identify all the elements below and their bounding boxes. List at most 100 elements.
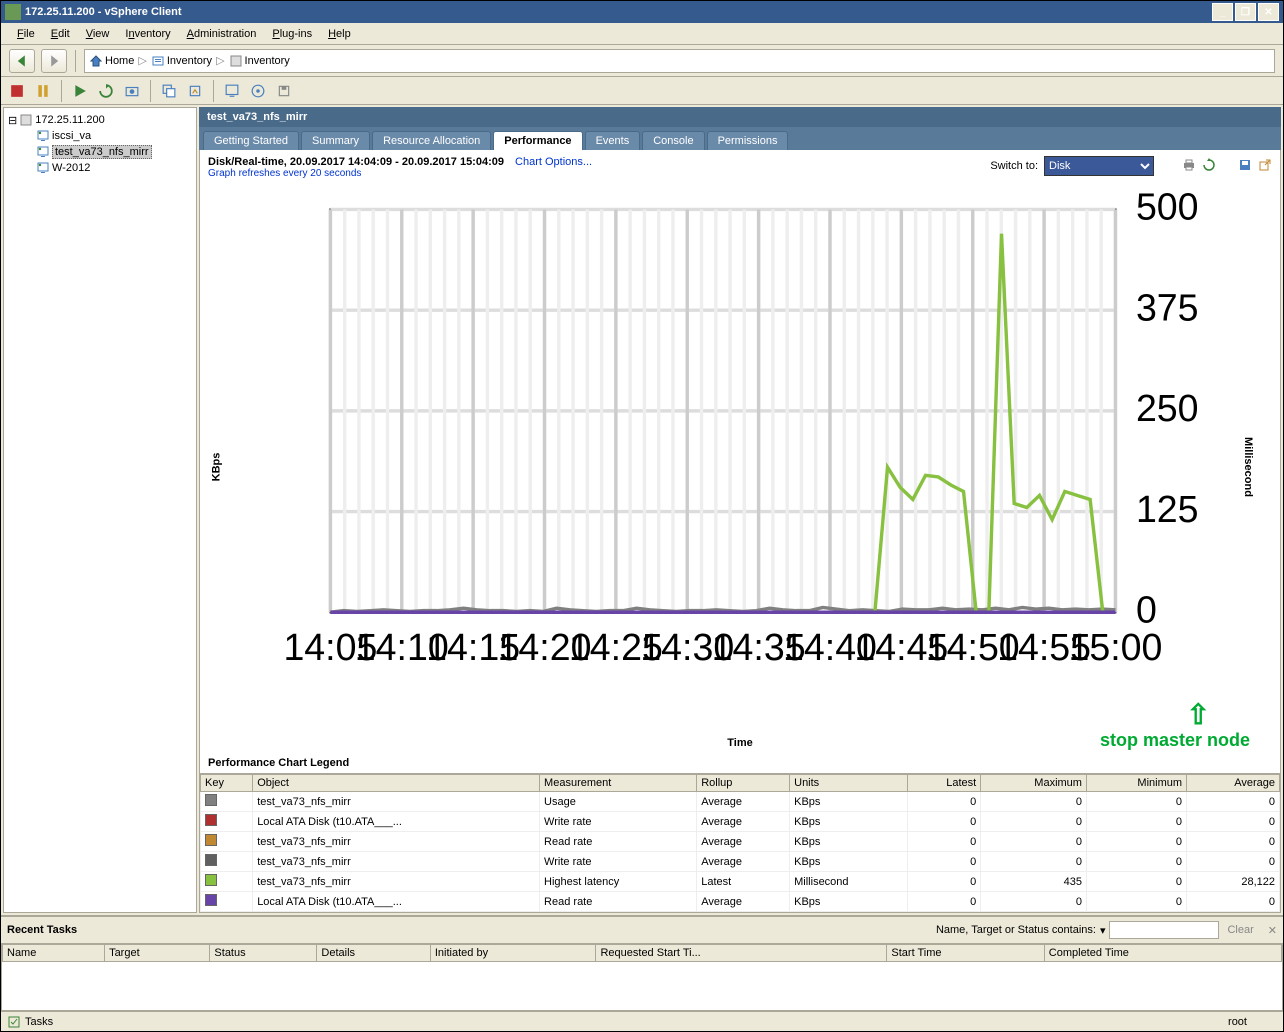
rt-col[interactable]: Completed Time bbox=[1044, 945, 1281, 962]
tab-bar: Getting StartedSummaryResource Allocatio… bbox=[199, 127, 1281, 150]
chevron-right-icon: ▷ bbox=[138, 54, 146, 67]
legend-col-average[interactable]: Average bbox=[1187, 775, 1280, 792]
legend-col-key[interactable]: Key bbox=[201, 775, 253, 792]
restore-button[interactable]: ❐ bbox=[1235, 3, 1256, 21]
menu-plugins[interactable]: Plug-ins bbox=[264, 26, 320, 42]
recent-tasks-title: Recent Tasks bbox=[7, 924, 77, 936]
breadcrumb-inventory-leaf[interactable]: Inventory bbox=[229, 54, 290, 68]
rt-col[interactable]: Name bbox=[3, 945, 105, 962]
filter-label: Name, Target or Status contains: bbox=[936, 924, 1096, 936]
switch-to-select[interactable]: Disk bbox=[1044, 156, 1154, 176]
menu-administration[interactable]: Administration bbox=[179, 26, 265, 42]
popout-button[interactable] bbox=[1258, 158, 1272, 175]
legend-col-latest[interactable]: Latest bbox=[908, 775, 981, 792]
tree-root[interactable]: ⊟ 172.25.11.200 bbox=[8, 112, 192, 128]
nav-forward-button[interactable] bbox=[41, 49, 67, 73]
y-axis-left-label: KBps bbox=[210, 453, 222, 482]
menubar: File Edit View Inventory Administration … bbox=[1, 23, 1283, 45]
legend-row[interactable]: test_va73_nfs_mirrRead rateAverageKBps00… bbox=[201, 832, 1280, 852]
svg-text:125: 125 bbox=[1136, 488, 1199, 530]
play-button[interactable] bbox=[70, 81, 90, 101]
stop-button[interactable] bbox=[7, 81, 27, 101]
tree-item[interactable]: test_va73_nfs_mirr bbox=[8, 144, 192, 160]
rt-col[interactable]: Start Time bbox=[887, 945, 1044, 962]
tab-console[interactable]: Console bbox=[642, 131, 704, 150]
recent-tasks-panel: Recent Tasks Name, Target or Status cont… bbox=[1, 915, 1283, 1011]
legend-row[interactable]: test_va73_nfs_mirrWrite rateAverageKBps0… bbox=[201, 852, 1280, 872]
rt-col[interactable]: Initiated by bbox=[430, 945, 596, 962]
chevron-right-icon: ▷ bbox=[216, 54, 224, 67]
filter-dropdown-icon[interactable]: ▾ bbox=[1100, 924, 1106, 937]
pause-button[interactable] bbox=[33, 81, 53, 101]
tasks-icon bbox=[7, 1015, 21, 1029]
arrow-right-icon bbox=[47, 54, 61, 68]
tab-summary[interactable]: Summary bbox=[301, 131, 370, 150]
legend-row[interactable]: Local ATA Disk (t10.ATA___...Write rateA… bbox=[201, 812, 1280, 832]
legend-col-measurement[interactable]: Measurement bbox=[540, 775, 697, 792]
snapshot-button[interactable] bbox=[122, 81, 142, 101]
menu-help[interactable]: Help bbox=[320, 26, 359, 42]
legend-col-object[interactable]: Object bbox=[253, 775, 540, 792]
tree-item[interactable]: iscsi_va bbox=[8, 128, 192, 144]
close-panel-button[interactable]: ✕ bbox=[1268, 924, 1277, 937]
legend-col-maximum[interactable]: Maximum bbox=[981, 775, 1087, 792]
menu-inventory[interactable]: Inventory bbox=[117, 26, 178, 42]
color-swatch bbox=[205, 794, 217, 806]
menu-view[interactable]: View bbox=[78, 26, 118, 42]
inventory-tree[interactable]: ⊟ 172.25.11.200 iscsi_vatest_va73_nfs_mi… bbox=[3, 107, 197, 913]
tree-item[interactable]: W-2012 bbox=[8, 160, 192, 176]
minimize-button[interactable]: _ bbox=[1212, 3, 1233, 21]
nav-back-button[interactable] bbox=[9, 49, 35, 73]
legend-col-minimum[interactable]: Minimum bbox=[1086, 775, 1186, 792]
floppy-button[interactable] bbox=[274, 81, 294, 101]
filter-input[interactable] bbox=[1109, 921, 1219, 939]
tab-performance[interactable]: Performance bbox=[493, 131, 582, 150]
legend-row[interactable]: test_va73_nfs_mirrHighest latencyLatestM… bbox=[201, 872, 1280, 892]
close-button[interactable]: ✕ bbox=[1258, 3, 1279, 21]
play-icon bbox=[73, 84, 87, 98]
cd-button[interactable] bbox=[248, 81, 268, 101]
tab-permissions[interactable]: Permissions bbox=[707, 131, 789, 150]
rt-col[interactable]: Status bbox=[210, 945, 317, 962]
save-button[interactable] bbox=[1238, 158, 1252, 175]
legend-row[interactable]: test_va73_nfs_mirrUsageAverageKBps0000 bbox=[201, 792, 1280, 812]
rt-col[interactable]: Details bbox=[317, 945, 430, 962]
console-button[interactable] bbox=[222, 81, 242, 101]
breadcrumb-home[interactable]: Home bbox=[89, 54, 134, 68]
breadcrumb-inventory[interactable]: Inventory bbox=[151, 54, 212, 68]
printer-icon bbox=[1182, 158, 1196, 172]
revert-snapshot-button[interactable] bbox=[185, 81, 205, 101]
collapse-icon[interactable]: ⊟ bbox=[8, 114, 17, 127]
reset-button[interactable] bbox=[96, 81, 116, 101]
legend-col-units[interactable]: Units bbox=[790, 775, 908, 792]
filter-clear-button[interactable]: Clear bbox=[1223, 924, 1257, 936]
chart-options-link[interactable]: Chart Options... bbox=[515, 156, 592, 168]
window-title: 172.25.11.200 - vSphere Client bbox=[25, 6, 1212, 18]
rt-col[interactable]: Target bbox=[105, 945, 210, 962]
tab-getting-started[interactable]: Getting Started bbox=[203, 131, 299, 150]
tab-events[interactable]: Events bbox=[585, 131, 641, 150]
snapshot-manager-button[interactable] bbox=[159, 81, 179, 101]
pause-icon bbox=[36, 84, 50, 98]
menu-file[interactable]: File bbox=[9, 26, 43, 42]
legend-col-rollup[interactable]: Rollup bbox=[697, 775, 790, 792]
rt-col[interactable]: Requested Start Ti... bbox=[596, 945, 887, 962]
refresh-button[interactable] bbox=[1202, 158, 1216, 175]
legend-title: Performance Chart Legend bbox=[200, 753, 1280, 773]
vm-icon bbox=[36, 161, 50, 175]
legend-row[interactable]: Local ATA Disk (t10.ATA___...Read rateAv… bbox=[201, 892, 1280, 912]
menu-edit[interactable]: Edit bbox=[43, 26, 78, 42]
refresh-icon bbox=[1202, 158, 1216, 172]
recent-tasks-table[interactable]: NameTargetStatusDetailsInitiated byReque… bbox=[1, 943, 1283, 1011]
performance-panel: Disk/Real-time, 20.09.2017 14:04:09 - 20… bbox=[199, 150, 1281, 913]
content-area: ⊟ 172.25.11.200 iscsi_vatest_va73_nfs_mi… bbox=[1, 105, 1283, 915]
color-swatch bbox=[205, 854, 217, 866]
save-icon bbox=[1238, 158, 1252, 172]
line-chart: 012525037550014:0514:1014:1514:2014:2514… bbox=[228, 189, 1252, 701]
tab-resource-allocation[interactable]: Resource Allocation bbox=[372, 131, 491, 150]
print-button[interactable] bbox=[1182, 158, 1196, 175]
tasks-link[interactable]: Tasks bbox=[25, 1016, 53, 1028]
legend-table: KeyObjectMeasurementRollupUnitsLatestMax… bbox=[200, 773, 1280, 912]
reset-icon bbox=[99, 84, 113, 98]
popout-icon bbox=[1258, 158, 1272, 172]
